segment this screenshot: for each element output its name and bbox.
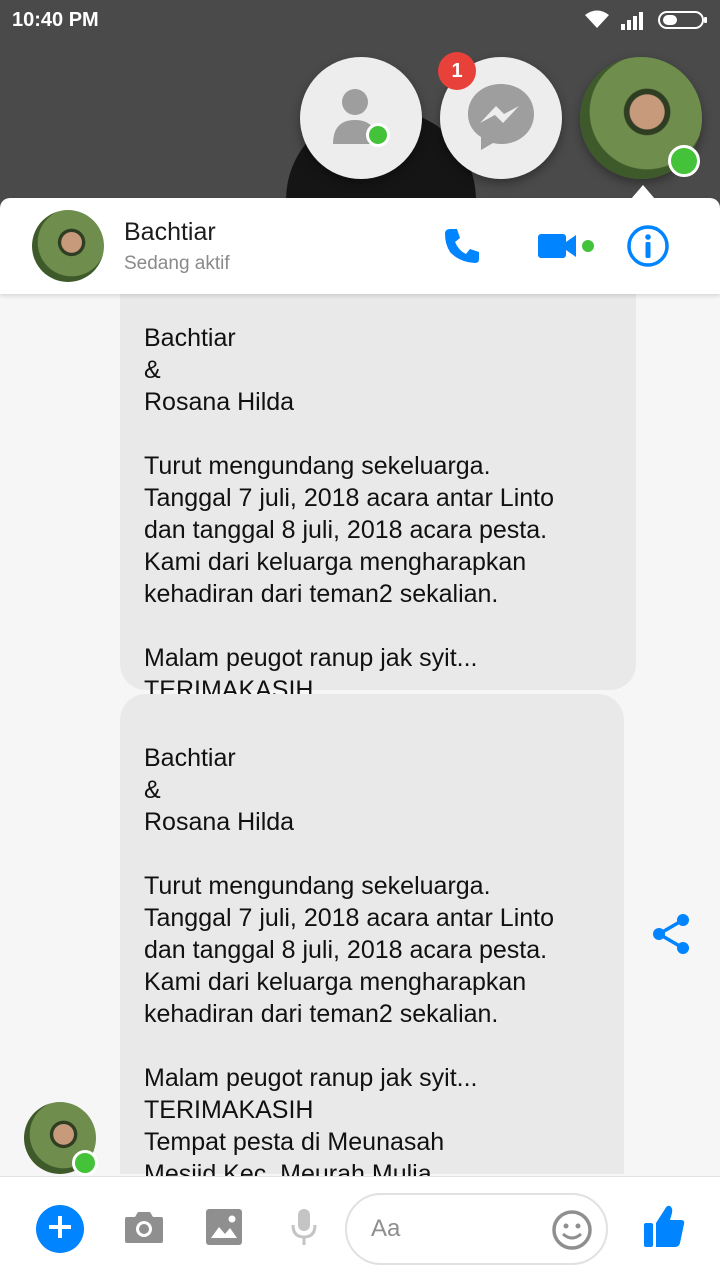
share-button[interactable]	[650, 912, 694, 961]
smiley-icon	[552, 1210, 592, 1250]
image-icon	[205, 1208, 243, 1251]
contact-avatar[interactable]	[32, 210, 104, 282]
voice-call-button[interactable]	[440, 226, 484, 270]
microphone-icon	[289, 1207, 319, 1252]
message-input[interactable]	[371, 1209, 541, 1249]
camera-icon	[123, 1209, 165, 1250]
share-icon	[650, 914, 694, 960]
online-indicator	[366, 123, 390, 147]
voice-clip-button[interactable]	[280, 1205, 328, 1253]
message-text: Bachtiar & Rosana Hilda Turut mengundang…	[144, 324, 555, 704]
more-actions-button[interactable]	[36, 1205, 84, 1253]
gallery-button[interactable]	[200, 1205, 248, 1253]
chat-head-pointer	[631, 185, 655, 199]
phone-icon	[442, 226, 482, 271]
message-text: Bachtiar & Rosana Hilda Turut mengundang…	[144, 744, 555, 1156]
conversation-header	[0, 198, 720, 294]
video-call-button[interactable]	[536, 226, 598, 270]
contact-name[interactable]: Bachtiar	[124, 218, 216, 247]
contacts-chat-head[interactable]	[300, 57, 422, 179]
message-bubble[interactable]: Bachtiar & Rosana Hilda Turut mengundang…	[120, 694, 624, 1188]
signal-icon	[620, 10, 648, 30]
conversation-info-button[interactable]	[624, 224, 672, 272]
video-camera-icon	[536, 226, 598, 271]
emoji-button[interactable]	[551, 1209, 593, 1256]
info-icon	[626, 224, 670, 273]
camera-button[interactable]	[120, 1205, 168, 1253]
battery-icon	[658, 9, 708, 31]
message-composer	[0, 1176, 720, 1280]
active-status: Sedang aktif	[124, 253, 230, 274]
message-bubble[interactable]: Bachtiar & Rosana Hilda Turut mengundang…	[120, 270, 636, 704]
wifi-icon	[584, 10, 610, 30]
status-time: 10:40 PM	[12, 8, 99, 31]
like-button[interactable]	[638, 1201, 690, 1255]
messenger-icon	[464, 80, 538, 157]
profile-chat-head[interactable]	[580, 57, 702, 179]
plus-icon	[47, 1214, 73, 1245]
online-indicator	[72, 1150, 98, 1176]
thumbs-up-icon	[642, 1203, 686, 1254]
unread-badge: 1	[438, 52, 476, 90]
status-bar: 10:40 PM	[0, 0, 720, 40]
message-input-container	[345, 1193, 608, 1265]
online-indicator	[668, 145, 700, 177]
